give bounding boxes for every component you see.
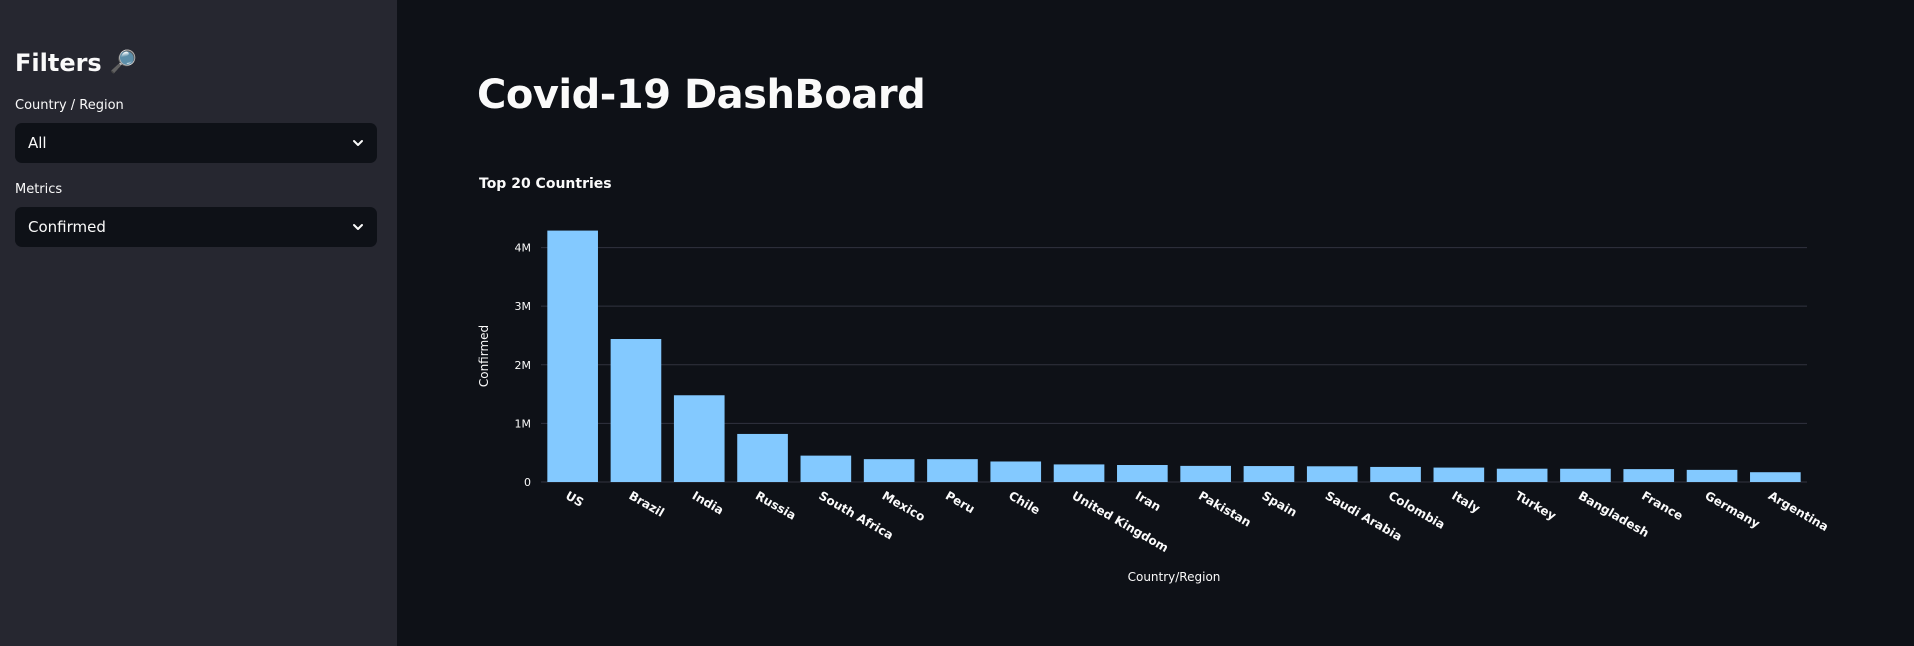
bar (1750, 472, 1801, 482)
y-axis-label: Confirmed (477, 325, 491, 387)
x-tick-label: Germany (1703, 488, 1763, 531)
sidebar: Filters 🔎 Country / Region All Metrics C… (0, 0, 397, 646)
bar (927, 459, 978, 482)
magnifier-icon: 🔎 (109, 50, 138, 75)
y-tick-label: 0 (524, 476, 531, 489)
bar (737, 433, 788, 482)
bar (1433, 467, 1485, 482)
y-tick-label: 2M (515, 359, 532, 372)
x-axis-label: Country/Region (1128, 570, 1221, 584)
x-tick-label: Argentina (1766, 488, 1831, 534)
bar (863, 459, 915, 482)
bar (800, 455, 852, 482)
metrics-select[interactable]: Confirmed (15, 207, 377, 247)
bar (1243, 466, 1295, 482)
metrics-value: Confirmed (28, 218, 106, 236)
x-tick-label: Spain (1259, 488, 1299, 519)
y-tick-label: 4M (515, 242, 532, 255)
bar (1117, 465, 1168, 482)
x-tick-label: Mexico (880, 488, 928, 524)
x-tick-label: Bangladesh (1576, 488, 1651, 540)
chevron-down-icon (351, 136, 365, 150)
bar (673, 395, 725, 482)
bar (1053, 464, 1105, 482)
metrics-label: Metrics (15, 182, 63, 197)
x-tick-label: Pakistan (1196, 488, 1253, 529)
x-tick-label: Peru (943, 488, 977, 516)
x-tick-label: Turkey (1513, 488, 1559, 523)
main-content: Covid-19 DashBoard Top 20 Countries 0 1M 2M… (397, 0, 1914, 646)
bar (1306, 466, 1358, 482)
chart-title: Top 20 Countries (479, 176, 612, 192)
bar (1180, 465, 1231, 482)
bar (990, 461, 1042, 482)
bar (1686, 469, 1738, 482)
x-tick-label: Brazil (626, 488, 666, 519)
sidebar-title-text: Filters (15, 49, 102, 77)
x-tick-label: Russia (753, 488, 798, 522)
x-tick-label: Chile (1006, 488, 1042, 517)
bar-chart: Top 20 Countries 0 1M 2M 3M 4M US Brazil India Ru… (477, 176, 1831, 584)
y-tick-label: 3M (515, 300, 532, 313)
page-title: Covid-19 DashBoard (477, 72, 926, 118)
bar (1623, 469, 1675, 482)
y-tick-label: 1M (515, 417, 532, 430)
country-region-select[interactable]: All (15, 123, 377, 163)
bar (1560, 468, 1611, 482)
sidebar-title: Filters 🔎 (15, 46, 137, 80)
x-tick-label: France (1639, 488, 1685, 523)
x-tick-label: Iran (1133, 488, 1163, 514)
x-tick-label: US (563, 488, 586, 509)
bar (1370, 466, 1421, 482)
chart-container: Top 20 Countries 0 1M 2M 3M 4M US Brazil India Ru… (467, 160, 1867, 600)
bar (610, 339, 662, 482)
chevron-down-icon (351, 220, 365, 234)
bar (547, 230, 598, 482)
bar (1496, 468, 1548, 482)
country-region-label: Country / Region (15, 98, 124, 113)
country-region-value: All (28, 134, 47, 152)
x-tick-label: Italy (1449, 488, 1482, 515)
x-tick-label: India (690, 488, 726, 517)
